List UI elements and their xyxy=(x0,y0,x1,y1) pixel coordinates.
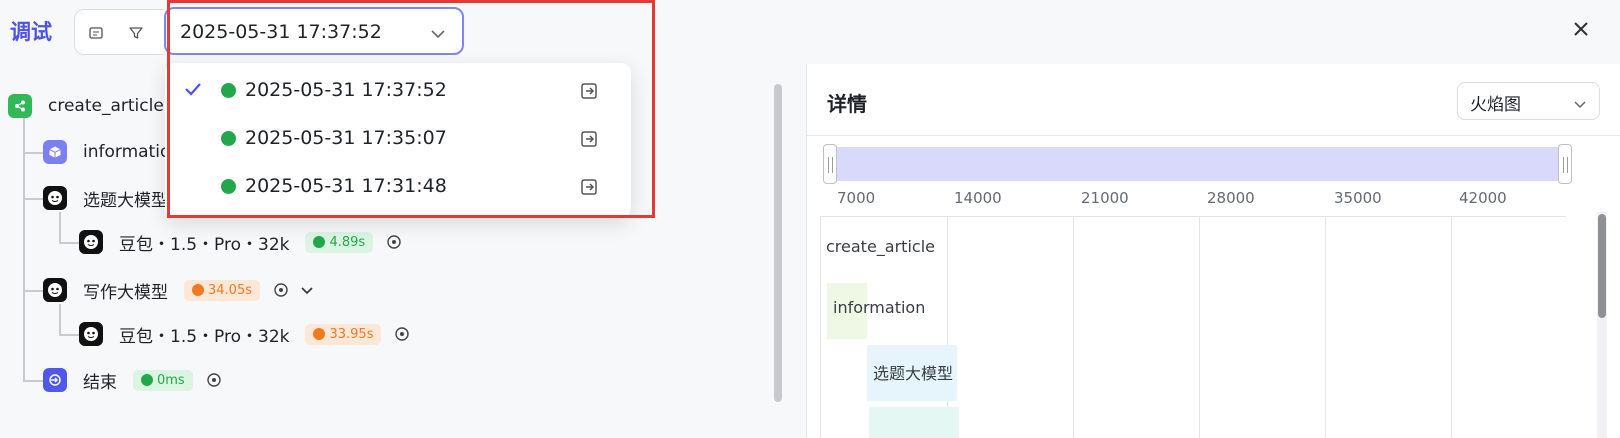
tree-scrollbar[interactable] xyxy=(774,84,782,402)
node-label: informatio xyxy=(83,142,171,162)
tree-node-doubao-1[interactable]: 豆包・1.5・Pro・32k 4.89s xyxy=(79,226,405,258)
success-icon xyxy=(141,374,153,386)
node-label: 选题大模型 xyxy=(83,190,168,211)
node-label: 豆包・1.5・Pro・32k xyxy=(119,326,290,347)
warning-icon xyxy=(313,328,326,340)
tree-node-root[interactable]: create_article xyxy=(8,90,164,122)
details-panel: 详情 火焰图 7000 14000 21000 28000 35000 4200… xyxy=(807,64,1620,438)
range-handle-left[interactable] xyxy=(823,144,837,184)
workflow-icon xyxy=(8,94,32,118)
close-icon xyxy=(1574,22,1588,36)
node-label: 写作大模型 xyxy=(83,282,168,303)
time-tick: 42000 xyxy=(1459,189,1507,207)
flame-bar-doubao[interactable] xyxy=(869,407,959,438)
node-label: 结束 xyxy=(83,372,117,393)
toolbar xyxy=(74,9,164,55)
locate-icon[interactable] xyxy=(270,279,292,301)
tree-node-doubao-2[interactable]: 豆包・1.5・Pro・32k 33.95s xyxy=(79,318,413,350)
flame-label: 选题大模型 xyxy=(873,364,954,383)
tree-node-writing-llm[interactable]: 写作大模型 34.05s xyxy=(43,274,314,306)
view-mode-select[interactable]: 火焰图 xyxy=(1457,82,1600,120)
llm-avatar-icon xyxy=(79,230,103,254)
calendar-icon[interactable] xyxy=(85,22,107,44)
end-icon xyxy=(43,368,67,392)
time-tick: 14000 xyxy=(954,189,1002,207)
llm-avatar-icon xyxy=(43,186,67,210)
duration-badge: 33.95s xyxy=(305,323,382,345)
time-tick: 7000 xyxy=(837,189,876,207)
locate-icon[interactable] xyxy=(203,369,225,391)
chevron-down-icon xyxy=(1573,95,1587,114)
tree-node-information[interactable]: informatio xyxy=(43,136,170,168)
filter-icon[interactable] xyxy=(125,22,147,44)
page-title: 调试 xyxy=(10,20,52,44)
locate-icon[interactable] xyxy=(383,231,405,253)
locate-icon[interactable] xyxy=(391,323,413,345)
success-icon xyxy=(313,236,326,248)
node-label: 豆包・1.5・Pro・32k xyxy=(119,234,290,255)
time-range-track[interactable] xyxy=(827,147,1567,181)
debug-panel: 调试 2025-05-31 17:37:52 create_article in… xyxy=(0,0,1620,438)
flame-scrollbar-thumb[interactable] xyxy=(1598,214,1606,318)
duration-badge: 0ms xyxy=(133,369,193,391)
details-title: 详情 xyxy=(827,92,867,116)
chevron-down-icon[interactable] xyxy=(300,281,314,300)
range-handle-right[interactable] xyxy=(1558,144,1572,184)
duration-badge: 34.05s xyxy=(184,279,260,301)
warning-icon xyxy=(192,284,204,296)
highlight-frame xyxy=(167,0,655,218)
tree-node-topic-llm[interactable]: 选题大模型 xyxy=(43,182,168,214)
time-tick: 21000 xyxy=(1081,189,1129,207)
llm-avatar-icon xyxy=(79,322,103,346)
flame-graph: create_article information 选题大模型 xyxy=(820,216,1566,438)
flame-label: create_article xyxy=(826,237,935,256)
flame-label: information xyxy=(833,298,926,317)
tree-node-end[interactable]: 结束 0ms xyxy=(43,364,225,396)
close-button[interactable] xyxy=(1568,16,1594,42)
view-mode-value: 火焰图 xyxy=(1470,95,1521,115)
details-header: 详情 火焰图 xyxy=(807,64,1620,136)
node-label: create_article xyxy=(48,96,164,116)
time-tick: 28000 xyxy=(1207,189,1255,207)
time-tick: 35000 xyxy=(1334,189,1382,207)
duration-badge: 4.89s xyxy=(305,231,374,253)
llm-avatar-icon xyxy=(43,278,67,302)
cube-icon xyxy=(43,140,67,164)
